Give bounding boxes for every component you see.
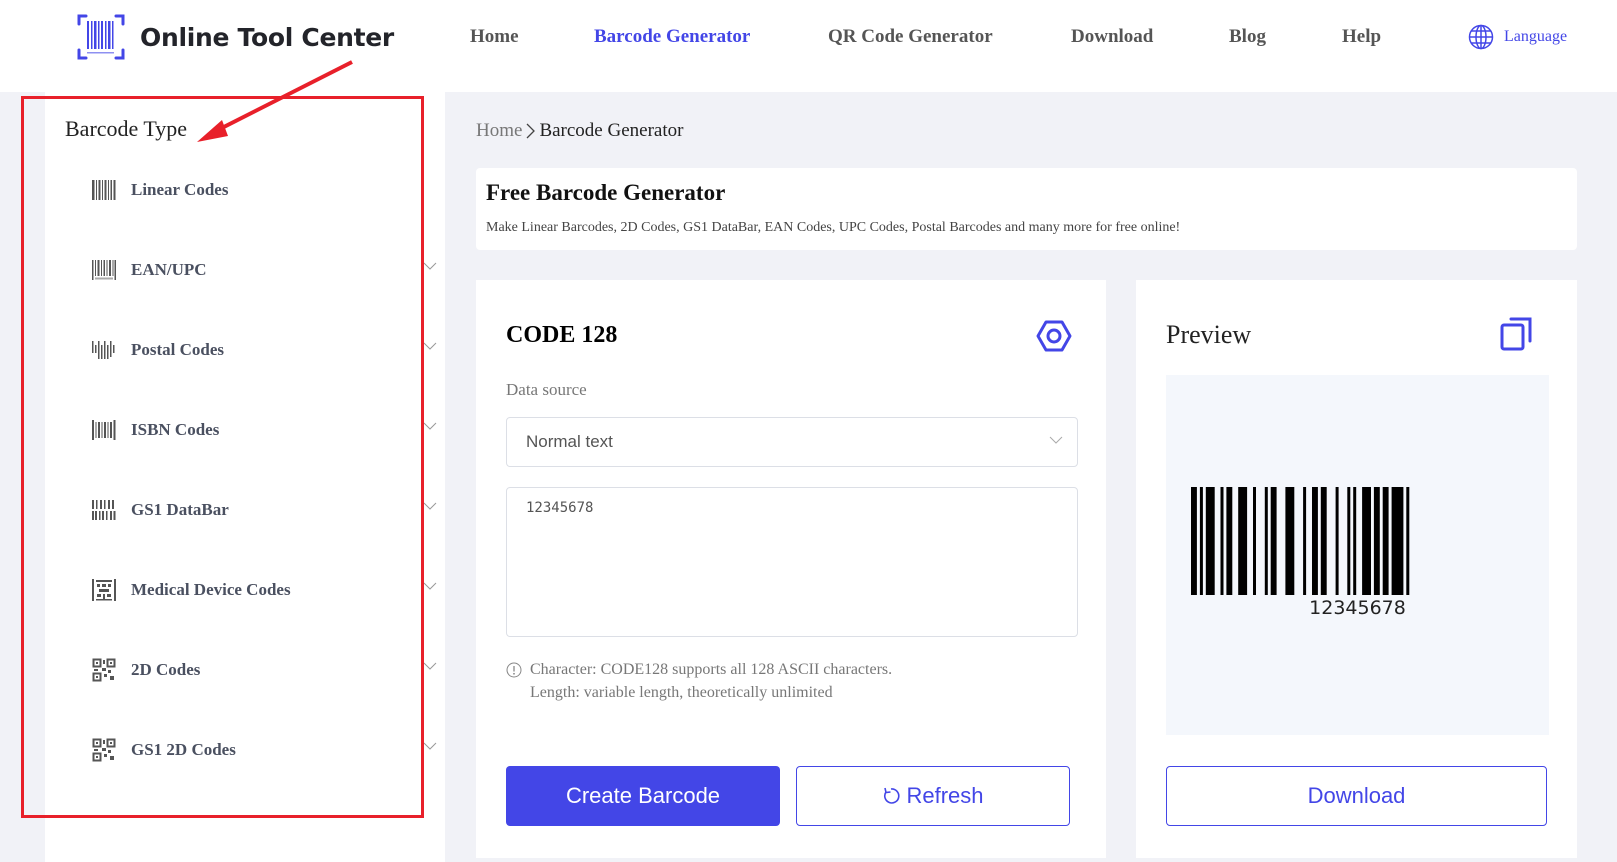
sidebar-item-ean-upc[interactable]: EAN/UPC xyxy=(91,250,441,290)
chevron-down-icon[interactable] xyxy=(423,422,437,430)
sidebar-item-linear-codes[interactable]: Linear Codes xyxy=(91,170,441,210)
sidebar-title: Barcode Type xyxy=(65,116,188,141)
barcode-bar xyxy=(1238,487,1248,595)
barcode-bar xyxy=(1373,487,1380,595)
chevron-down-icon xyxy=(1049,436,1063,444)
barcode-type-sidebar: Barcode Type Linear Codes EAN/UPC Postal… xyxy=(45,92,445,862)
character-hint: Character: CODE128 supports all 128 ASCI… xyxy=(506,658,892,704)
barcode-image xyxy=(1191,487,1410,595)
barcode-type-title: CODE 128 xyxy=(506,322,618,348)
sidebar-item-label: 2D Codes xyxy=(131,660,201,679)
language-label: Language xyxy=(1504,28,1568,45)
barcode-bar xyxy=(1320,487,1327,595)
barcode-bar xyxy=(1362,487,1371,595)
data-source-value: Normal text xyxy=(526,432,613,451)
medical-code-icon xyxy=(91,577,117,603)
sidebar-item-gs1-databar[interactable]: GS1 DataBar xyxy=(91,490,441,530)
barcode-bar xyxy=(1270,487,1277,595)
breadcrumb: Home Barcode Generator xyxy=(476,120,683,142)
data-source-select[interactable]: Normal text xyxy=(506,417,1078,467)
chevron-down-icon[interactable] xyxy=(423,662,437,670)
barcode-bar xyxy=(1220,487,1224,595)
chevron-down-icon[interactable] xyxy=(423,262,437,270)
brand-name: Online Tool Center xyxy=(140,22,394,52)
gs1-databar-icon xyxy=(91,497,117,523)
barcode-bar xyxy=(1347,487,1351,595)
nav-barcode-generator[interactable]: Barcode Generator xyxy=(594,26,750,48)
sidebar-item-label: GS1 DataBar xyxy=(131,500,229,519)
page-description: Make Linear Barcodes, 2D Codes, GS1 Data… xyxy=(486,220,1181,235)
sidebar-item-isbn-codes[interactable]: ISBN Codes xyxy=(91,410,441,450)
sidebar-item-gs1-2d-codes[interactable]: GS1 2D Codes xyxy=(91,730,441,770)
intro-panel: Free Barcode Generator Make Linear Barco… xyxy=(476,168,1577,250)
barcode-bar xyxy=(1335,487,1339,595)
ean-upc-icon xyxy=(91,257,117,283)
barcode-bar xyxy=(1312,487,1318,595)
barcode-bar xyxy=(1199,487,1203,595)
language-selector[interactable]: Language xyxy=(1468,24,1567,50)
settings-icon[interactable] xyxy=(1036,318,1072,354)
download-button[interactable]: Download xyxy=(1166,766,1547,826)
logo[interactable]: Online Tool Center xyxy=(76,12,394,62)
sidebar-item-postal-codes[interactable]: Postal Codes xyxy=(91,330,441,370)
sidebar-item-label: ISBN Codes xyxy=(131,420,220,439)
nav-download[interactable]: Download xyxy=(1071,26,1153,48)
qr-code-icon xyxy=(91,737,117,763)
nav-help[interactable]: Help xyxy=(1342,26,1381,48)
nav-blog[interactable]: Blog xyxy=(1229,26,1266,48)
copy-icon[interactable] xyxy=(1500,316,1534,352)
refresh-label: Refresh xyxy=(906,783,984,808)
barcode-bar xyxy=(1226,487,1233,595)
page-title: Free Barcode Generator xyxy=(486,180,726,205)
globe-icon xyxy=(1468,24,1494,50)
refresh-icon xyxy=(884,787,900,804)
barcode-bar xyxy=(1391,487,1398,595)
hint-length: Length: variable length, theoretically u… xyxy=(530,684,833,701)
sidebar-item-label: EAN/UPC xyxy=(131,260,207,279)
barcode-human-readable: 12345678 xyxy=(1309,597,1406,619)
create-barcode-button[interactable]: Create Barcode xyxy=(506,766,780,826)
breadcrumb-home[interactable]: Home xyxy=(476,120,522,142)
data-source-label: Data source xyxy=(506,380,587,399)
refresh-button[interactable]: Refresh xyxy=(796,766,1070,826)
qr-code-icon xyxy=(91,657,117,683)
barcode-bar xyxy=(1353,487,1357,595)
barcode-bar xyxy=(1205,487,1215,595)
barcode-bar xyxy=(1253,487,1256,595)
info-icon xyxy=(506,662,522,678)
barcode-bar xyxy=(1382,487,1389,595)
nav-home[interactable]: Home xyxy=(470,26,519,48)
breadcrumb-current: Barcode Generator xyxy=(539,120,684,141)
barcode-bar xyxy=(1285,487,1295,595)
preview-title: Preview xyxy=(1166,320,1252,349)
sidebar-item-2d-codes[interactable]: 2D Codes xyxy=(91,650,441,690)
nav-qr-code-generator[interactable]: QR Code Generator xyxy=(828,26,993,48)
generator-panel: CODE 128 Data source Normal text Charact… xyxy=(476,280,1106,858)
sidebar-item-label: Linear Codes xyxy=(131,180,229,199)
chevron-right-icon xyxy=(526,123,536,139)
chevron-down-icon[interactable] xyxy=(423,742,437,750)
sidebar-item-label: Medical Device Codes xyxy=(131,580,291,599)
sidebar-item-label: GS1 2D Codes xyxy=(131,740,236,759)
site-header: Online Tool Center Home Barcode Generato… xyxy=(0,0,1617,92)
barcode-data-input[interactable] xyxy=(506,487,1078,637)
barcode-bar xyxy=(1191,487,1197,595)
barcode-bar xyxy=(1406,487,1410,595)
barcode-bar xyxy=(1303,487,1307,595)
barcode-bar xyxy=(1397,487,1404,595)
isbn-barcode-icon xyxy=(91,417,117,443)
hint-character: Character: CODE128 supports all 128 ASCI… xyxy=(530,661,893,678)
preview-panel: Preview 12345678 Download xyxy=(1136,280,1577,858)
barcode-logo-icon xyxy=(77,14,125,60)
linear-barcode-icon xyxy=(91,177,117,203)
chevron-down-icon[interactable] xyxy=(423,502,437,510)
barcode-bar xyxy=(1264,487,1268,595)
sidebar-item-label: Postal Codes xyxy=(131,340,225,359)
chevron-down-icon[interactable] xyxy=(423,582,437,590)
postal-barcode-icon xyxy=(91,337,117,363)
chevron-down-icon[interactable] xyxy=(423,342,437,350)
sidebar-item-medical-device-codes[interactable]: Medical Device Codes xyxy=(91,570,441,610)
barcode-preview-area: 12345678 xyxy=(1166,375,1549,735)
